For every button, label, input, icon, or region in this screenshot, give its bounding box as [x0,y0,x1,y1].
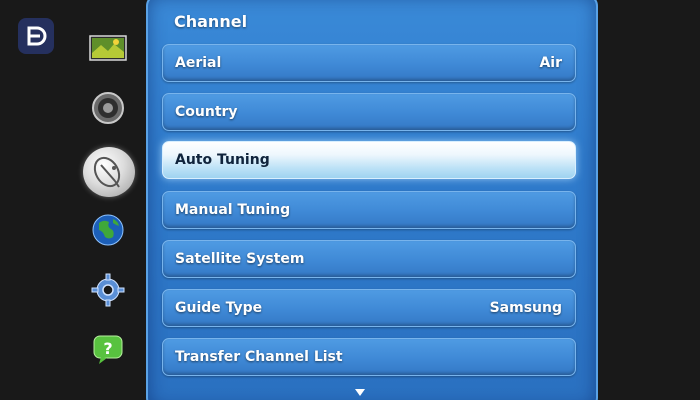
menu-item-label: Auto Tuning [175,152,270,168]
globe-icon [92,214,124,246]
menu-item-manual-tuning[interactable]: Manual Tuning [162,191,576,229]
sidebar-item-channel[interactable] [83,147,135,197]
picture-icon [89,35,127,61]
menu-item-satellite-system[interactable]: Satellite System [162,240,576,278]
menu-item-value: Samsung [489,300,562,316]
menu-item-country[interactable]: Country [162,93,576,131]
gear-icon [91,273,125,307]
menu-item-label: Manual Tuning [175,202,291,218]
menu-item-auto-tuning[interactable]: Auto Tuning [162,141,576,179]
menu-item-label: Guide Type [175,300,263,316]
sidebar-item-system[interactable] [83,267,133,313]
svg-text:?: ? [103,339,112,358]
menu-item-label: Country [175,104,238,120]
channel-menu-panel: Channel Aerial Air Country Auto Tuning M… [146,0,598,400]
brand-logo-icon [18,18,54,54]
menu-item-label: Aerial [175,55,222,71]
menu-item-aerial[interactable]: Aerial Air [162,44,576,82]
sidebar-item-network[interactable] [83,207,133,253]
speaker-icon [92,92,124,124]
menu-item-label: Satellite System [175,251,305,267]
menu-item-transfer-channel-list[interactable]: Transfer Channel List [162,338,576,376]
tv-screen: ? Channel Aerial Air Country Auto Tuning… [0,0,700,400]
sidebar-item-support[interactable]: ? [83,327,133,373]
menu-item-label: Transfer Channel List [175,349,343,365]
satellite-dish-icon [93,156,121,188]
scroll-down-arrow-icon[interactable] [355,389,365,396]
sidebar-item-picture[interactable] [83,25,133,71]
menu-title: Channel [174,12,248,31]
help-bubble-icon: ? [93,335,123,364]
menu-item-value: Air [539,55,562,71]
menu-item-guide-type[interactable]: Guide Type Samsung [162,289,576,327]
sidebar-item-sound[interactable] [83,85,133,131]
